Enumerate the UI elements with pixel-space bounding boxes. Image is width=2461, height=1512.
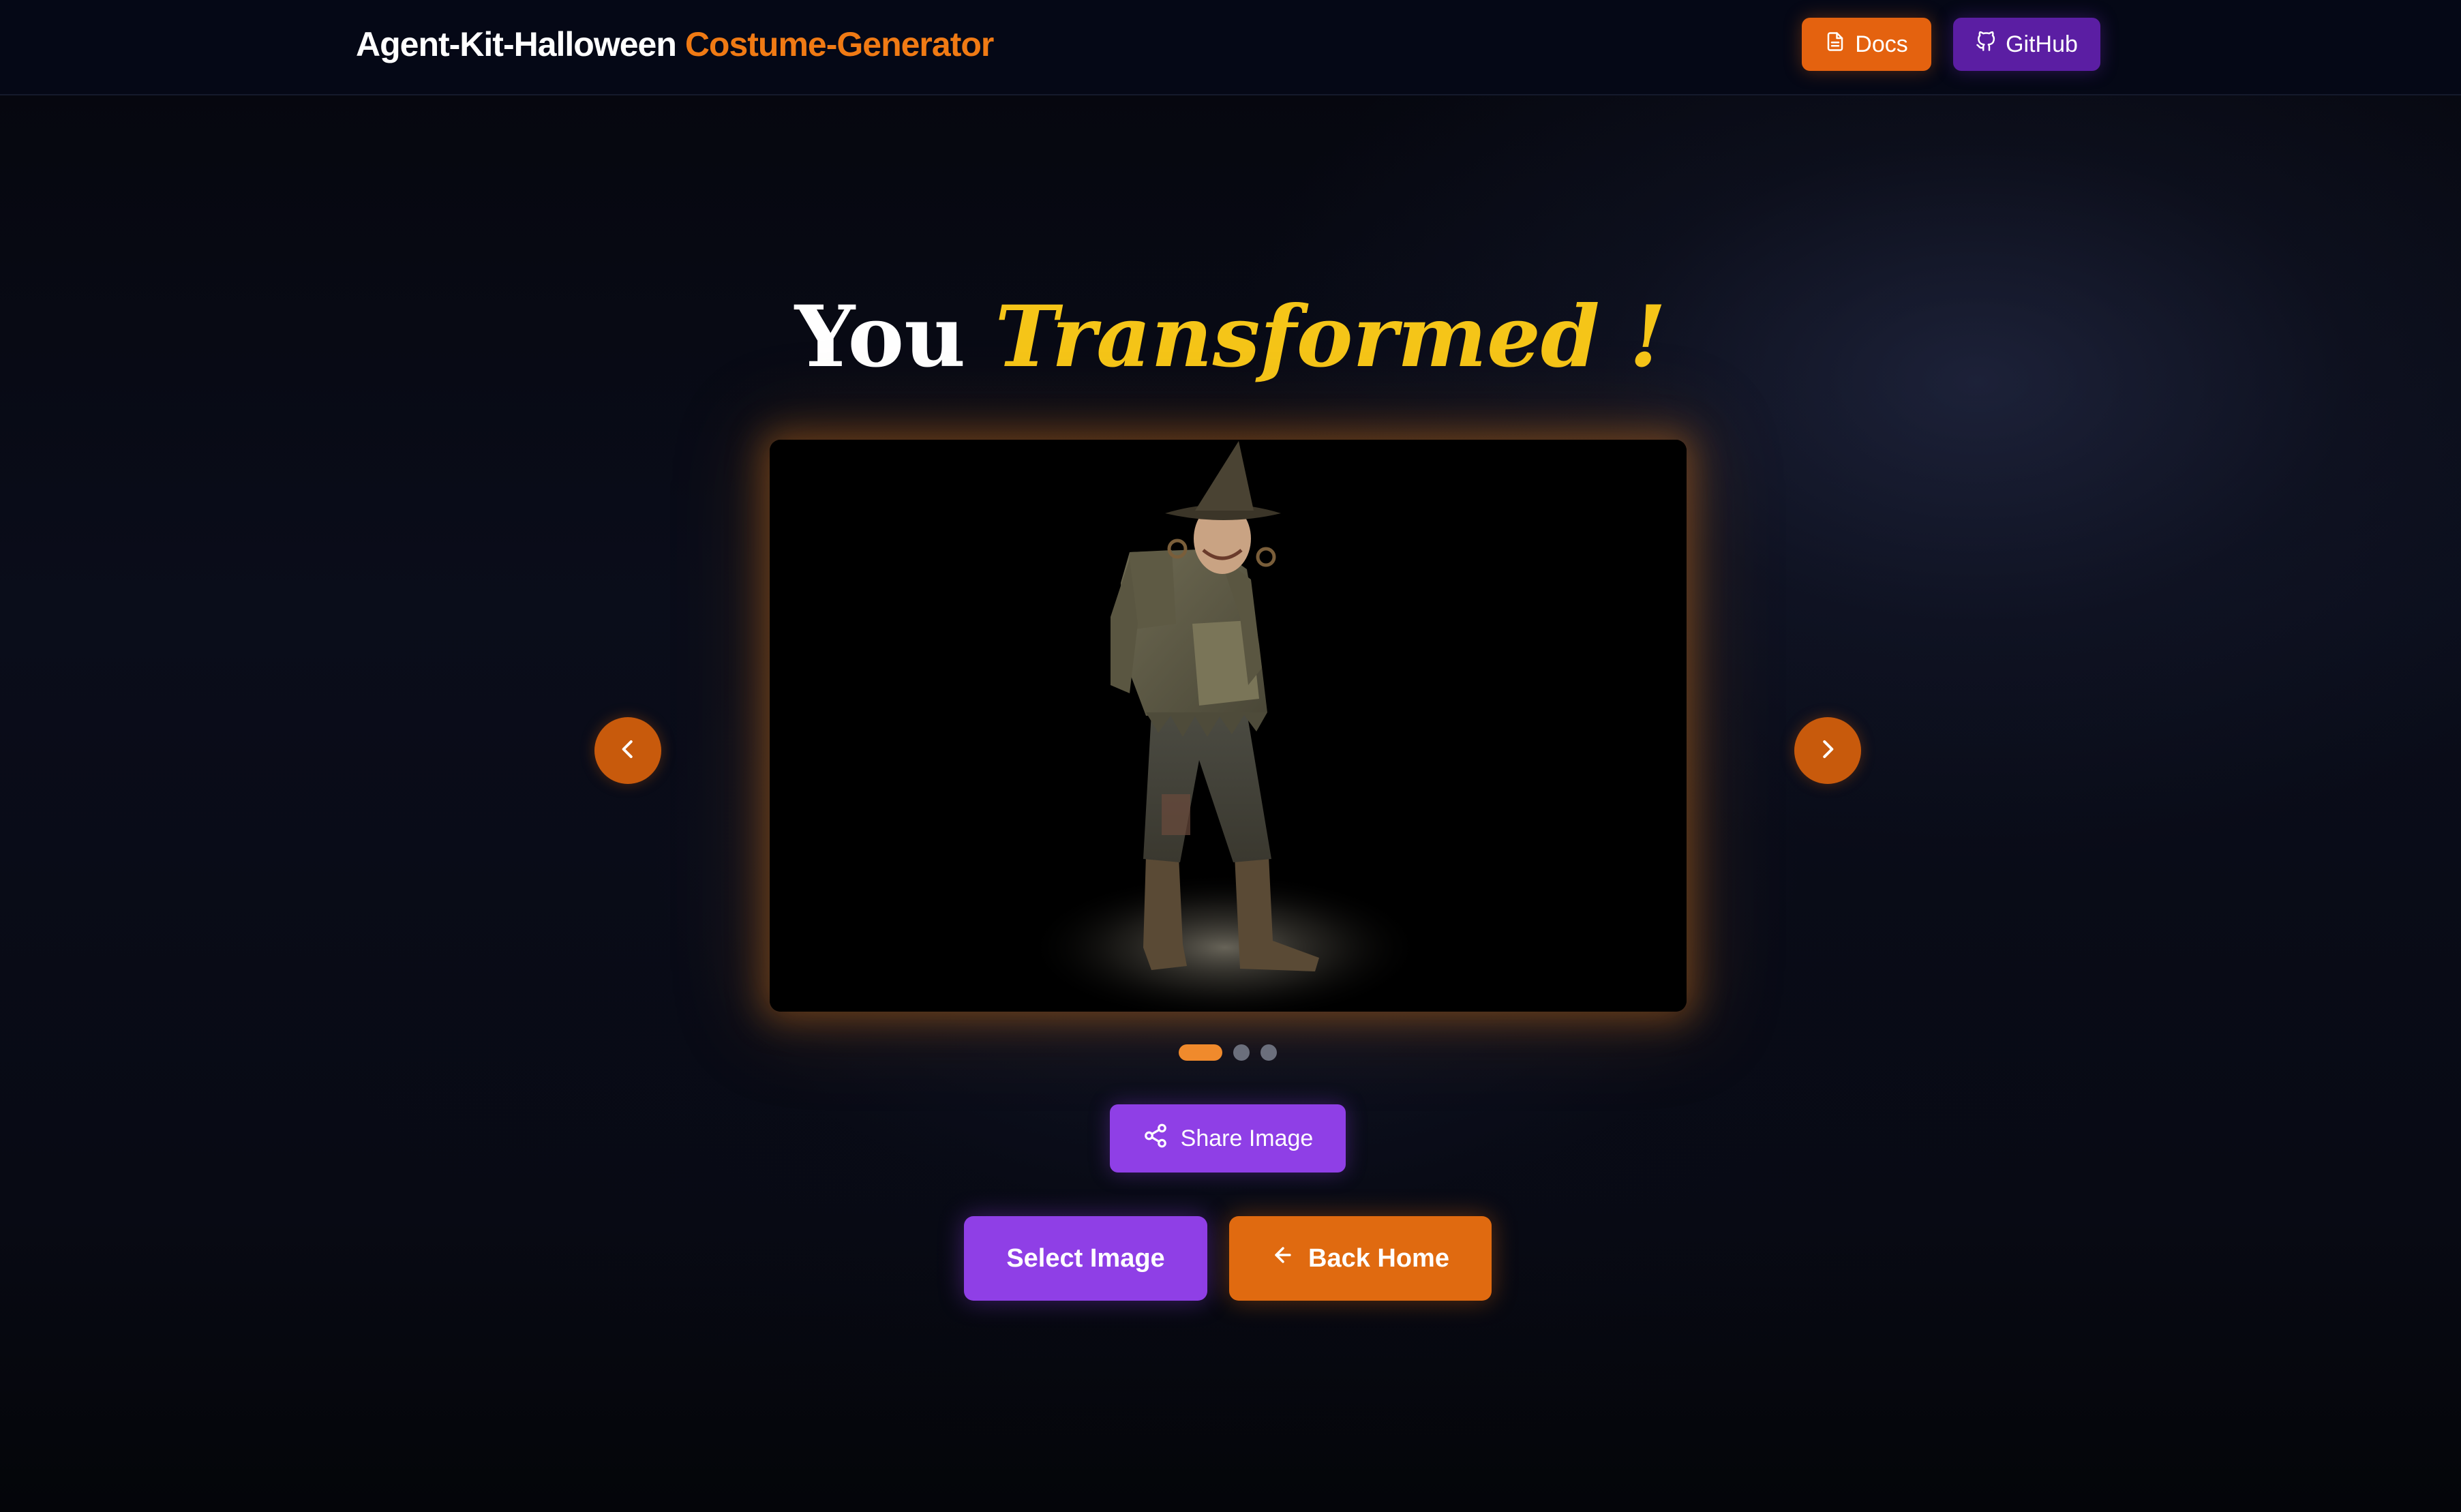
carousel-image-frame bbox=[770, 440, 1687, 1012]
share-icon bbox=[1143, 1123, 1168, 1155]
select-image-label: Select Image bbox=[1006, 1243, 1165, 1273]
github-button[interactable]: GitHub bbox=[1953, 18, 2100, 71]
costume-image bbox=[770, 440, 1687, 1012]
github-label: GitHub bbox=[2006, 31, 2078, 57]
carousel-dot-1[interactable] bbox=[1179, 1044, 1222, 1061]
back-home-button[interactable]: Back Home bbox=[1229, 1216, 1492, 1301]
brand-logo[interactable]: Agent-Kit-Halloween Costume-Generator bbox=[356, 23, 995, 65]
title-you: You bbox=[794, 288, 966, 387]
share-image-label: Share Image bbox=[1180, 1125, 1314, 1151]
arrow-left-icon bbox=[1271, 1243, 1295, 1273]
carousel-prev-button[interactable] bbox=[594, 717, 661, 784]
chevron-left-icon bbox=[615, 736, 641, 766]
github-icon bbox=[1976, 31, 1996, 58]
docs-button[interactable]: Docs bbox=[1802, 18, 1931, 71]
back-home-label: Back Home bbox=[1308, 1243, 1449, 1273]
carousel-pagination bbox=[1179, 1044, 1277, 1061]
top-nav-bar: Agent-Kit-Halloween Costume-Generator Do… bbox=[0, 0, 2461, 95]
chevron-right-icon bbox=[1815, 736, 1841, 766]
carousel-next-button[interactable] bbox=[1794, 717, 1861, 784]
title-transformed: Transformed ! bbox=[995, 288, 1667, 387]
share-image-button[interactable]: Share Image bbox=[1110, 1104, 1346, 1173]
docs-label: Docs bbox=[1855, 31, 1908, 57]
select-image-button[interactable]: Select Image bbox=[964, 1216, 1207, 1301]
document-icon bbox=[1825, 31, 1845, 58]
carousel-dot-2[interactable] bbox=[1233, 1044, 1250, 1061]
brand-name: Agent-Kit-Halloween bbox=[356, 25, 677, 63]
carousel-dot-3[interactable] bbox=[1260, 1044, 1277, 1061]
brand-accent: Costume-Generator bbox=[684, 25, 995, 63]
page-title: You Transformed ! bbox=[0, 279, 2461, 395]
